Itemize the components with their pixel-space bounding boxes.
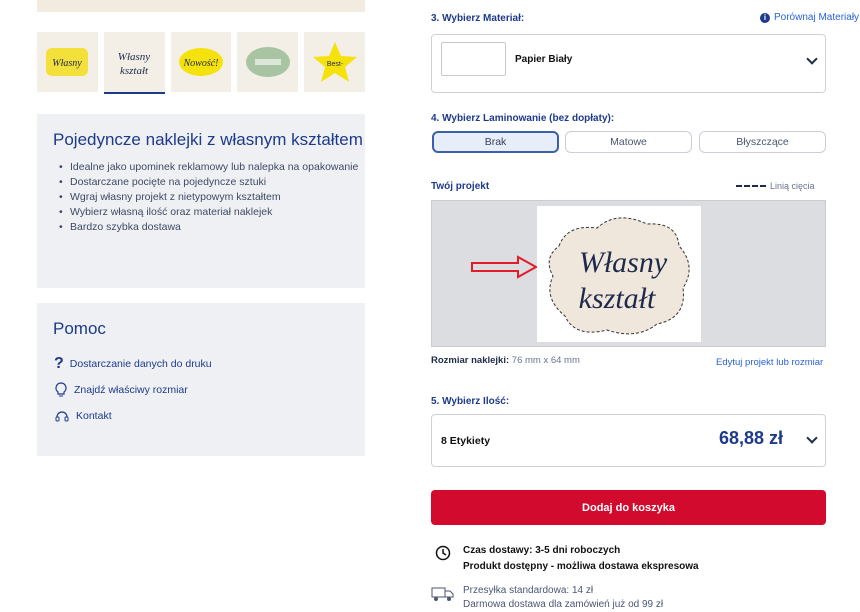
svg-text:Własny: Własny	[118, 51, 151, 63]
thumbnail-3[interactable]: Nowość!	[170, 32, 232, 92]
top-panel-strip	[37, 0, 365, 12]
material-swatch	[441, 42, 506, 76]
lamination-option-gloss[interactable]: Błyszczące	[699, 131, 826, 153]
clock-icon	[435, 545, 451, 561]
help-link-data[interactable]: ? Dostarczanie danych do druku	[54, 351, 365, 377]
svg-text:kształt: kształt	[120, 65, 149, 77]
svg-text:Best-: Best-	[326, 61, 343, 68]
delivery-time: Czas dostawy: 3-5 dni roboczych	[463, 545, 621, 556]
arrow-right-icon	[471, 255, 539, 279]
size-value: 76 mm x 64 mm	[511, 355, 580, 366]
quantity-label: 5. Wybierz Ilość:	[431, 396, 510, 407]
thumbnail-2[interactable]: Własny kształt	[103, 32, 165, 94]
new-badge-icon: Nowość!	[178, 48, 223, 76]
edit-project-link[interactable]: Edytuj projekt lub rozmiar	[716, 357, 823, 368]
feature-item: Idealne jako upominek reklamowy lub nale…	[59, 160, 365, 175]
svg-text:Własny: Własny	[53, 58, 83, 69]
product-info-card: Pojedyncze naklejki z własnym kształtem …	[37, 114, 365, 288]
cut-line-legend: Linią cięcia	[736, 181, 815, 191]
compare-materials-link[interactable]: i Porównaj Materiały	[760, 12, 859, 23]
green-sticker-icon	[245, 47, 290, 77]
material-value: Papier Biały	[515, 54, 573, 65]
delivery-availability: Produkt dostępny - możliwa dostawa ekspr…	[463, 561, 699, 572]
lamination-option-matte[interactable]: Matowe	[565, 131, 692, 153]
cut-line-label: Linią cięcia	[770, 181, 815, 191]
help-link-label: Kontakt	[76, 410, 112, 422]
thumbnail-1[interactable]: Własny	[37, 32, 98, 92]
help-card: Pomoc ? Dostarczanie danych do druku Zna…	[37, 303, 365, 456]
feature-item: Wybierz własną ilość oraz materiał nakle…	[59, 205, 365, 220]
shipping-free: Darmowa dostawa dla zamówień już od 99 z…	[463, 599, 664, 610]
help-link-label: Znajdź właściwy rozmiar	[74, 384, 188, 396]
sticker-artwork: Własny kształt	[537, 206, 701, 342]
feature-list: Idealne jako upominek reklamowy lub nale…	[59, 160, 365, 235]
question-icon: ?	[54, 355, 64, 372]
svg-text:Nowość!: Nowość!	[182, 58, 218, 69]
product-title: Pojedyncze naklejki z własnym kształtem	[53, 130, 363, 149]
feature-item: Wgraj własny projekt z nietypowym kształ…	[59, 190, 365, 205]
compare-label: Porównaj Materiały	[774, 12, 860, 23]
sticker-shape: Własny kształt	[548, 217, 690, 335]
dashed-line-icon	[736, 185, 766, 187]
sticker-text-1: Własny	[579, 246, 668, 279]
help-link-contact[interactable]: Kontakt	[54, 403, 365, 429]
star-badge-icon: Best-	[312, 42, 357, 82]
info-icon: i	[760, 12, 770, 23]
help-title: Pomoc	[53, 319, 106, 338]
lamination-option-none[interactable]: Brak	[432, 131, 559, 153]
feature-item: Dostarczane pocięte na pojedyncze sztuki	[59, 175, 365, 190]
sticker-thumbnail-icon: Własny	[46, 48, 89, 76]
size-label: Rozmiar naklejki:	[431, 355, 510, 366]
sticker-size: Rozmiar naklejki: 76 mm x 64 mm	[431, 355, 580, 366]
lightbulb-icon	[55, 382, 67, 397]
price: 68,88 zł	[719, 428, 784, 448]
help-link-size[interactable]: Znajdź właściwy rozmiar	[54, 377, 365, 403]
thumbnail-gallery: Własny Własny kształt Nowość! Best-	[37, 32, 365, 94]
truck-icon	[431, 587, 454, 601]
thumbnail-5[interactable]: Best-	[304, 32, 365, 92]
thumbnail-4[interactable]	[237, 32, 299, 92]
shipping-standard: Przesyłka standardowa: 14 zł	[463, 585, 594, 596]
help-link-label: Dostarczanie danych do druku	[69, 358, 212, 370]
quantity-value: 8 Etykiety	[441, 435, 491, 447]
lamination-label: 4. Wybierz Laminowanie (bez dopłaty):	[431, 113, 615, 124]
sketch-thumbnail-icon: Własny kształt	[118, 51, 151, 77]
delivery-info: Czas dostawy: 3-5 dni roboczych Produkt …	[463, 543, 699, 575]
sticker-text-2: kształt	[579, 282, 656, 315]
add-to-cart-button[interactable]: Dodaj do koszyka	[431, 490, 826, 525]
material-label: 3. Wybierz Materiał:	[431, 13, 525, 24]
project-label: Twój projekt	[431, 181, 490, 192]
headset-icon	[55, 411, 69, 422]
feature-item: Bardzo szybka dostawa	[59, 220, 365, 235]
